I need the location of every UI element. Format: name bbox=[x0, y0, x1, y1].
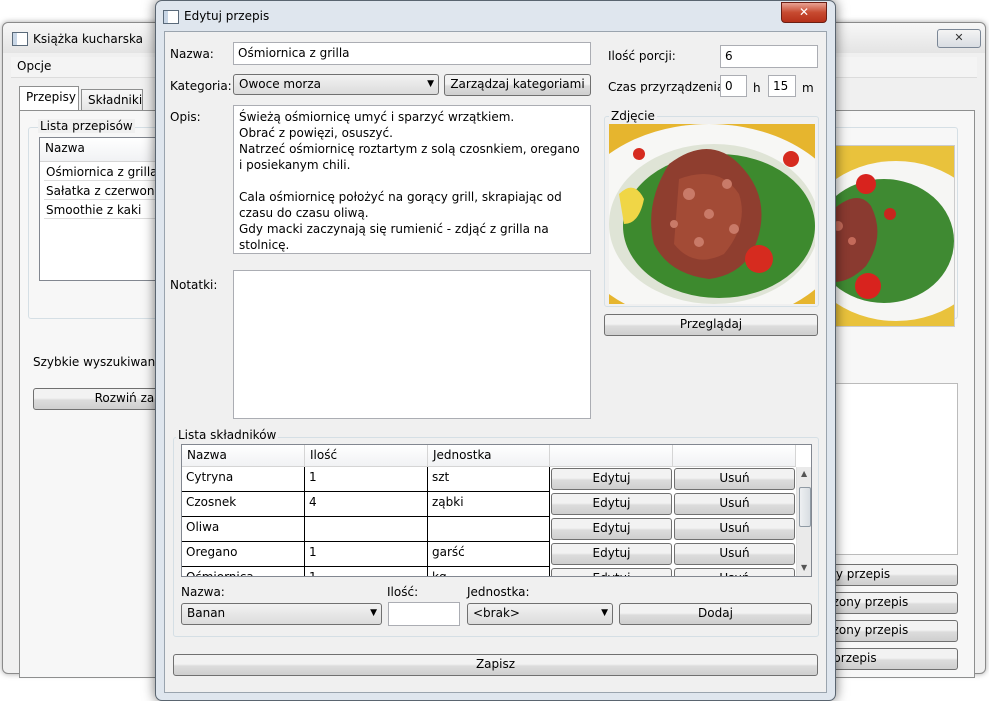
edit-ingredient-button[interactable]: Edytuj bbox=[551, 468, 672, 490]
ingredients-scrollbar[interactable]: ▲ ▼ bbox=[796, 467, 811, 576]
quick-search-label: Szybkie wyszukiwanie: bbox=[33, 355, 171, 369]
ingredients-column-delete bbox=[673, 445, 796, 467]
main-window-title: Książka kucharska bbox=[33, 32, 144, 46]
delete-ingredient-button[interactable]: Usuń bbox=[674, 493, 795, 515]
photo-group-label: Zdjęcie bbox=[609, 109, 657, 123]
description-label: Opis: bbox=[170, 110, 201, 124]
chevron-down-icon: ▼ bbox=[427, 79, 434, 89]
new-recipe-button[interactable]: wy przepis bbox=[825, 564, 958, 586]
dialog-title: Edytuj przepis bbox=[184, 9, 270, 23]
category-dropdown-value: Owoce morza bbox=[239, 77, 322, 91]
delete-ingredient-button[interactable]: Usuń bbox=[674, 518, 795, 540]
app-icon bbox=[12, 32, 28, 46]
details-panel bbox=[825, 383, 958, 555]
name-label: Nazwa: bbox=[170, 47, 214, 61]
ingredient-unit: ząbki bbox=[428, 492, 550, 517]
chevron-down-icon: ▼ bbox=[370, 608, 377, 618]
add-ingredient-name-dropdown[interactable]: Banan ▼ bbox=[181, 603, 382, 625]
ingredient-qty: 4 bbox=[305, 492, 428, 517]
scrollbar-thumb[interactable] bbox=[799, 487, 811, 527]
manage-categories-button[interactable]: Zarządzaj kategoriami bbox=[444, 74, 591, 96]
ingredient-row[interactable]: Cytryna 1 szt Edytuj Usuń bbox=[182, 467, 811, 492]
edit-ingredient-button[interactable]: Edytuj bbox=[551, 518, 672, 540]
ingredient-unit bbox=[428, 517, 550, 542]
ingredients-column-edit bbox=[550, 445, 673, 467]
print-recipe-button[interactable]: l przepis bbox=[825, 648, 958, 670]
prep-time-label: Czas przyrządzenia: bbox=[608, 80, 729, 94]
ingredients-table[interactable]: Nazwa Ilość Jednostka Cytryna 1 szt Edyt… bbox=[181, 444, 812, 577]
edit-ingredient-button[interactable]: Edytuj bbox=[551, 568, 672, 576]
browse-button[interactable]: Przeglądaj bbox=[604, 314, 818, 336]
servings-input[interactable]: 6 bbox=[720, 45, 818, 68]
category-label: Kategoria: bbox=[170, 79, 232, 93]
ingredient-qty: 1 bbox=[305, 467, 428, 492]
save-button[interactable]: Zapisz bbox=[173, 654, 818, 676]
add-qty-label: Ilość: bbox=[387, 585, 419, 599]
dialog-content: Nazwa: Ośmiornica z grilla Kategoria: Ow… bbox=[164, 31, 827, 693]
ingredient-name: Oregano bbox=[182, 542, 305, 567]
delete-ingredient-button[interactable]: Usuń bbox=[674, 568, 795, 576]
add-ingredient-name-value: Banan bbox=[187, 606, 226, 620]
menu-item-opcje[interactable]: Opcje bbox=[17, 59, 51, 73]
recipes-group-label: Lista przepisów bbox=[38, 119, 135, 133]
ingredient-qty: 1 bbox=[305, 542, 428, 567]
edit-ingredient-button[interactable]: Edytuj bbox=[551, 543, 672, 565]
notes-label: Notatki: bbox=[170, 278, 218, 292]
ingredient-name: Czosnek bbox=[182, 492, 305, 517]
delete-ingredient-button[interactable]: Usuń bbox=[674, 543, 795, 565]
ingredient-row[interactable]: Czosnek 4 ząbki Edytuj Usuń bbox=[182, 492, 811, 517]
ingredient-qty bbox=[305, 517, 428, 542]
ingredient-qty: 1 bbox=[305, 567, 428, 576]
minutes-unit-label: m bbox=[802, 81, 814, 95]
edit-recipe-button[interactable]: czony przepis bbox=[825, 592, 958, 614]
edit-ingredient-button[interactable]: Edytuj bbox=[551, 493, 672, 515]
scroll-down-icon[interactable]: ▼ bbox=[801, 563, 807, 572]
edit-recipe-dialog: Edytuj przepis ✕ Nazwa: Ośmiornica z gri… bbox=[155, 0, 836, 701]
delete-recipe-button[interactable]: czony przepis bbox=[825, 620, 958, 642]
ingredient-name: Ośmiornica bbox=[182, 567, 305, 576]
dialog-icon bbox=[163, 10, 179, 24]
recipe-photo-image bbox=[609, 124, 815, 304]
add-unit-label: Jednostka: bbox=[467, 585, 530, 599]
hours-unit-label: h bbox=[753, 81, 761, 95]
recipe-photo bbox=[609, 124, 815, 304]
ingredients-group-label: Lista składników bbox=[176, 428, 279, 442]
ingredient-unit: garść bbox=[428, 542, 550, 567]
ingredient-name: Cytryna bbox=[182, 467, 305, 492]
main-close-button[interactable]: ✕ bbox=[937, 29, 981, 48]
ingredient-name: Oliwa bbox=[182, 517, 305, 542]
ingredient-row[interactable]: Ośmiornica 1 kg Edytuj Usuń bbox=[182, 567, 811, 576]
notes-textarea[interactable] bbox=[233, 270, 591, 419]
ingredient-unit: szt bbox=[428, 467, 550, 492]
servings-label: Ilość porcji: bbox=[608, 49, 676, 63]
ingredients-column-name[interactable]: Nazwa bbox=[182, 445, 305, 467]
dialog-close-button[interactable]: ✕ bbox=[781, 2, 827, 23]
add-unit-value: <brak> bbox=[473, 606, 520, 620]
prep-hours-input[interactable]: 0 bbox=[720, 75, 747, 97]
recipe-photo-preview-image bbox=[826, 146, 954, 326]
category-dropdown[interactable]: Owoce morza ▼ bbox=[233, 74, 439, 95]
ingredients-column-unit[interactable]: Jednostka bbox=[428, 445, 550, 467]
chevron-down-icon: ▼ bbox=[601, 608, 608, 618]
add-name-label: Nazwa: bbox=[181, 585, 225, 599]
add-qty-input[interactable] bbox=[388, 602, 460, 626]
ingredients-column-qty[interactable]: Ilość bbox=[305, 445, 428, 467]
delete-ingredient-button[interactable]: Usuń bbox=[674, 468, 795, 490]
tab-przepisy[interactable]: Przepisy bbox=[19, 86, 79, 111]
add-ingredient-button[interactable]: Dodaj bbox=[619, 603, 812, 625]
recipe-photo-preview bbox=[825, 145, 955, 327]
ingredient-row[interactable]: Oliwa Edytuj Usuń bbox=[182, 517, 811, 542]
ingredient-unit: kg bbox=[428, 567, 550, 576]
description-textarea[interactable]: Świeżą ośmiornicę umyć i sparzyć wrzątki… bbox=[233, 105, 591, 254]
tab-skladniki[interactable]: Składniki bbox=[81, 89, 143, 111]
ingredient-row[interactable]: Oregano 1 garść Edytuj Usuń bbox=[182, 542, 811, 567]
scroll-up-icon[interactable]: ▲ bbox=[801, 469, 807, 478]
add-unit-dropdown[interactable]: <brak> ▼ bbox=[467, 603, 613, 625]
name-input[interactable]: Ośmiornica z grilla bbox=[233, 42, 591, 65]
prep-minutes-input[interactable]: 15 bbox=[768, 75, 796, 97]
